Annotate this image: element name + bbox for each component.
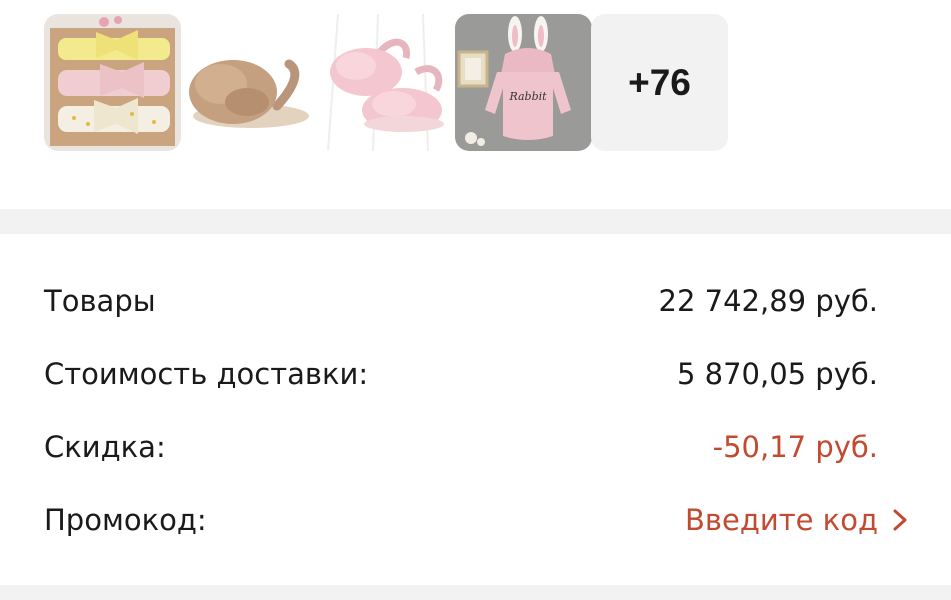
bunny-romper-icon: Rabbit <box>455 14 592 151</box>
summary-row-discount: Скидка: -50,17 руб. <box>44 427 910 467</box>
promo-label: Промокод: <box>44 503 207 537</box>
discount-label: Скидка: <box>44 430 166 464</box>
goods-label: Товары <box>44 284 156 318</box>
product-thumbnail[interactable] <box>44 14 181 151</box>
discount-value: -50,17 руб. <box>712 430 878 464</box>
section-divider <box>0 209 951 234</box>
delivery-value: 5 870,05 руб. <box>676 357 878 391</box>
delivery-label: Стоимость доставки: <box>44 357 369 391</box>
svg-text:Rabbit: Rabbit <box>508 90 547 103</box>
goods-value: 22 742,89 руб. <box>658 284 878 318</box>
summary-row-delivery: Стоимость доставки: 5 870,05 руб. <box>44 354 910 394</box>
summary-row-promo: Промокод: Введите код <box>44 500 910 540</box>
fur-sandals-pink-icon <box>318 14 455 151</box>
product-thumbnails: Rabbit +76 <box>44 14 744 151</box>
more-products-button[interactable]: +76 <box>591 14 728 151</box>
headband-set-icon <box>44 14 181 151</box>
enter-promo-code-link[interactable]: Введите код <box>685 503 910 537</box>
product-thumbnail[interactable]: Rabbit <box>455 14 592 151</box>
section-divider-bottom <box>0 585 951 600</box>
summary-row-goods: Товары 22 742,89 руб. <box>44 281 910 321</box>
promo-action-label: Введите код <box>685 503 878 537</box>
product-thumbnail[interactable] <box>318 14 455 151</box>
product-thumbnail[interactable] <box>181 14 318 151</box>
chevron-right-icon <box>893 509 907 531</box>
fur-sandal-beige-icon <box>181 14 318 151</box>
order-summary-screen: Rabbit +76 Товары 22 742,89 руб. Стоимос… <box>0 0 951 600</box>
